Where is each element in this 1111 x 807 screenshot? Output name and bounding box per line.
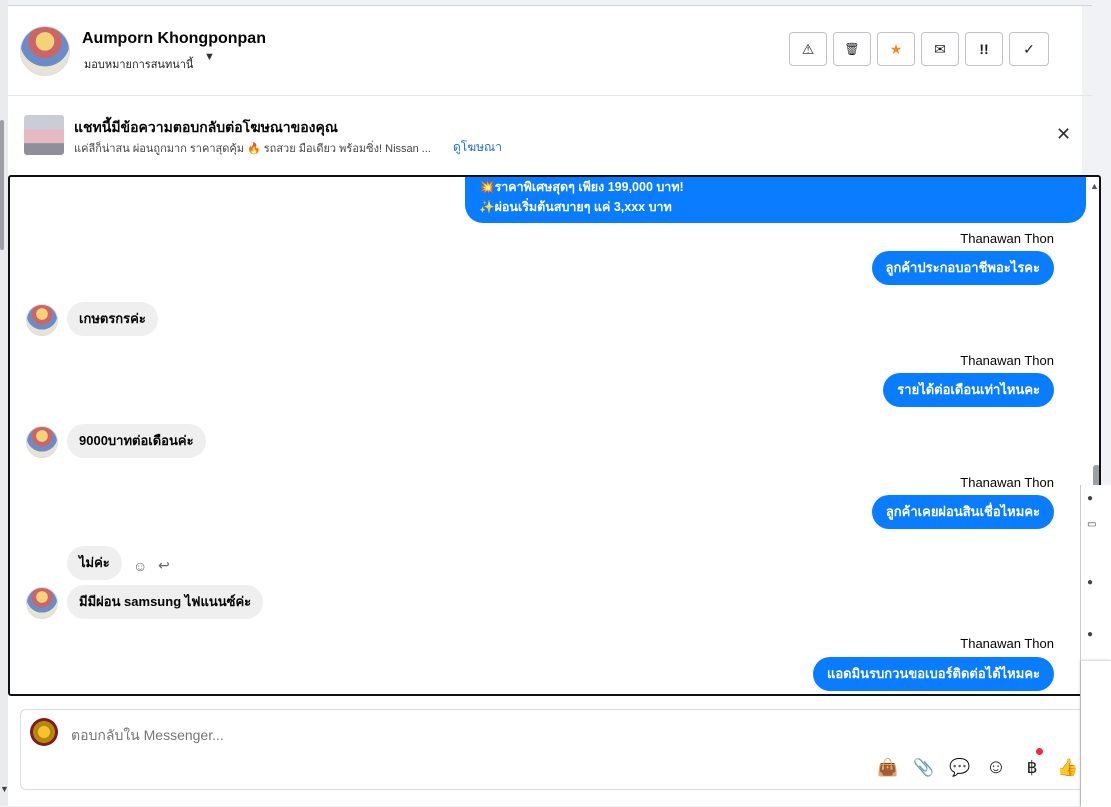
sender-name: Thanawan Thon bbox=[960, 636, 1054, 651]
ad-thumbnail[interactable] bbox=[24, 115, 64, 155]
close-icon[interactable]: ✕ bbox=[1056, 124, 1071, 145]
contact-avatar-small[interactable] bbox=[26, 587, 58, 619]
reply-icon[interactable]: ↩ bbox=[158, 557, 170, 574]
mark-unread-button[interactable]: ✉ bbox=[921, 32, 959, 66]
ad-banner-description: แค่ลีก็น่าสน ผ่อนถูกมาก ราคาสุดคุ้ม 🔥 รถ… bbox=[74, 143, 431, 155]
contact-name[interactable]: Aumporn Khongponpan bbox=[82, 30, 266, 48]
mark-spam-button[interactable]: ⚠ bbox=[789, 32, 827, 66]
assign-conversation-label[interactable]: มอบหมายการสนทนานี้ bbox=[84, 55, 193, 73]
outgoing-message[interactable]: ลูกค้าประกอบอาชีพอะไรคะ bbox=[871, 251, 1054, 285]
sender-name: Thanawan Thon bbox=[960, 353, 1054, 368]
contact-avatar-small[interactable] bbox=[26, 304, 58, 336]
trash-icon: 🗑 bbox=[844, 42, 860, 56]
contact-avatar-small[interactable] bbox=[26, 426, 58, 458]
warning-icon: ⚠ bbox=[801, 40, 815, 57]
side-avatar-icon[interactable]: ● bbox=[1087, 577, 1093, 588]
delete-button[interactable]: 🗑 bbox=[833, 32, 871, 66]
header-actions: ⚠ 🗑 ★ ✉ !! ✓ bbox=[789, 32, 1049, 66]
incoming-message[interactable]: มีมีผ่อน samsung ไฟแนนซ์ค่ะ bbox=[67, 585, 264, 619]
thumbs-up-icon[interactable]: 👍 bbox=[1057, 758, 1079, 778]
notification-dot bbox=[1036, 748, 1043, 755]
emoji-icon[interactable]: ☺ bbox=[985, 756, 1007, 779]
left-scrollbar-thumb[interactable] bbox=[0, 120, 4, 250]
reply-composer: 👜 📎 💬 ☺ ฿ 👍 bbox=[20, 709, 1086, 790]
side-image-icon[interactable]: ▭ bbox=[1087, 519, 1096, 530]
top-divider bbox=[8, 5, 1092, 6]
star-icon: ★ bbox=[889, 40, 903, 57]
sender-name: Thanawan Thon bbox=[960, 231, 1054, 246]
ad-banner-title: แชทนี้มีข้อความตอบกลับต่อโฆษณาของคุณ bbox=[74, 119, 338, 135]
side-popup-box[interactable] bbox=[1081, 660, 1111, 807]
contact-avatar[interactable] bbox=[20, 26, 70, 76]
side-panel-clipped: ● ▭ ● ● bbox=[1080, 485, 1111, 807]
side-avatar-icon[interactable]: ● bbox=[1087, 629, 1093, 640]
side-avatar-icon[interactable]: ● bbox=[1087, 493, 1093, 504]
paperclip-icon[interactable]: 📎 bbox=[913, 758, 935, 778]
outgoing-message[interactable]: 💥ราคาพิเศษสุดๆ เพียง 199,000 บาท! ✨ผ่อนเ… bbox=[465, 177, 1086, 223]
check-icon: ✓ bbox=[1023, 40, 1035, 57]
envelope-icon: ✉ bbox=[934, 40, 946, 57]
star-button[interactable]: ★ bbox=[877, 32, 915, 66]
message-list[interactable]: 💥ราคาพิเศษสุดๆ เพียง 199,000 บาท! ✨ผ่อนเ… bbox=[8, 175, 1101, 696]
bag-icon[interactable]: 👜 bbox=[877, 758, 899, 778]
outgoing-message[interactable]: รายได้ต่อเดือนเท่าไหนคะ bbox=[883, 373, 1054, 407]
page-avatar bbox=[30, 718, 58, 746]
urgent-icon: !! bbox=[979, 41, 989, 57]
incoming-message[interactable]: เกษตรกรค่ะ bbox=[67, 302, 158, 336]
mark-done-button[interactable]: ✓ bbox=[1009, 32, 1049, 66]
left-scrollbar[interactable]: ▼ bbox=[0, 0, 9, 806]
scroll-up-arrow-icon[interactable]: ▲ bbox=[1090, 181, 1099, 191]
chevron-down-icon[interactable]: ▼ bbox=[204, 51, 215, 63]
incoming-message[interactable]: ไม่ค่ะ bbox=[67, 546, 122, 580]
outgoing-message[interactable]: แอดมินรบกวนขอเบอร์ติดต่อได้ไหมคะ bbox=[812, 657, 1054, 691]
follow-up-button[interactable]: !! bbox=[965, 32, 1003, 66]
reply-input[interactable] bbox=[69, 726, 673, 744]
outgoing-message[interactable]: ลูกค้าเคยผ่อนสินเชื่อไหมคะ bbox=[871, 495, 1054, 529]
baht-icon[interactable]: ฿ bbox=[1021, 758, 1043, 778]
chat-bubble-icon[interactable]: 💬 bbox=[949, 758, 971, 778]
react-emoji-icon[interactable]: ☺ bbox=[133, 558, 147, 574]
composer-toolbar: 👜 📎 💬 ☺ ฿ 👍 bbox=[877, 756, 1079, 779]
message-line: 💥ราคาพิเศษสุดๆ เพียง 199,000 บาท! bbox=[479, 180, 684, 194]
sender-name: Thanawan Thon bbox=[960, 475, 1054, 490]
header-divider bbox=[8, 95, 1092, 96]
incoming-message[interactable]: 9000บาทต่อเดือนค่ะ bbox=[67, 424, 206, 458]
message-line: ✨ผ่อนเริ่มต้นสบายๆ แค่ 3,xxx บาท bbox=[479, 200, 672, 214]
view-ad-link[interactable]: ดูโฆษณา bbox=[453, 138, 502, 157]
